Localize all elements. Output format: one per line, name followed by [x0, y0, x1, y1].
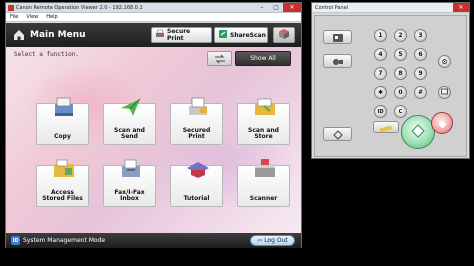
secure-print-button[interactable]: Secure Print	[151, 27, 212, 43]
switch-arrows-icon	[213, 49, 227, 68]
remote-viewer-window: Canon Remote Operation Viewer 2.0 - 192.…	[5, 2, 302, 248]
minimize-button[interactable]: –	[255, 3, 269, 12]
page-title: Main Menu	[30, 30, 86, 40]
control-panel-body: 1 2 3 4 5 6 7 8 9 ✱ 0 # ID C ⚙	[314, 15, 467, 157]
control-panel-title-bar: Control Panel ✕	[312, 3, 469, 13]
control-panel-window: Control Panel ✕ 1 2 3 4 5 6 7 8 9 ✱ 0 #	[311, 2, 470, 159]
menu-help[interactable]: Help	[46, 14, 57, 20]
tutorial-icon	[185, 156, 211, 182]
id-badge-icon: ID	[11, 236, 20, 245]
log-out-label: Log Out	[264, 237, 288, 244]
start-button[interactable]	[401, 115, 435, 149]
secured-print-label: Secured Print	[182, 127, 211, 140]
reset-pen-icon	[379, 118, 393, 137]
key-9[interactable]: 9	[414, 67, 427, 80]
scanner-icon	[252, 156, 278, 182]
menu-view[interactable]: View	[26, 14, 38, 20]
reset-key[interactable]	[373, 121, 399, 133]
key-8[interactable]: 8	[394, 67, 407, 80]
gear-icon: ⚙	[441, 57, 448, 66]
main-menu-key[interactable]	[323, 30, 352, 44]
key-0[interactable]: 0	[394, 86, 407, 99]
scanner-label: Scanner	[249, 195, 278, 202]
device-screen: Main Menu Secure Print ShareScan Select …	[6, 23, 301, 248]
copy-button[interactable]: Copy	[36, 97, 89, 145]
counter-key[interactable]	[438, 86, 451, 99]
logout-arrow-icon: ⇦	[257, 237, 263, 244]
mode-label: System Management Mode	[23, 237, 106, 244]
key-3[interactable]: 3	[414, 29, 427, 42]
status-box-button[interactable]	[273, 27, 295, 43]
scan-send-icon	[118, 94, 144, 120]
stop-button[interactable]	[431, 112, 453, 134]
menu-bar: File View Help	[6, 13, 301, 22]
screen-header: Main Menu Secure Print ShareScan	[6, 23, 301, 47]
copy-icon	[51, 94, 77, 120]
counter-icon	[441, 88, 448, 97]
box-icon	[278, 28, 290, 42]
instruction-text: Select a function.	[14, 51, 80, 58]
printer-icon	[155, 29, 165, 41]
stop-icon	[438, 114, 447, 133]
tutorial-label: Tutorial	[183, 195, 210, 202]
key-6[interactable]: 6	[414, 48, 427, 61]
key-7[interactable]: 7	[374, 67, 387, 80]
energy-saver-icon	[332, 125, 343, 144]
window-title: Canon Remote Operation Viewer 2.0 - 192.…	[16, 4, 143, 11]
access-stored-files-button[interactable]: Access Stored Files	[36, 159, 89, 207]
scan-store-icon	[252, 94, 278, 120]
maximize-button[interactable]: ▢	[269, 3, 283, 12]
key-1[interactable]: 1	[374, 29, 387, 42]
secured-print-button[interactable]: Secured Print	[170, 97, 223, 145]
stored-files-icon	[51, 156, 77, 182]
copy-label: Copy	[54, 133, 71, 140]
close-button[interactable]: ✕	[283, 2, 301, 12]
control-panel-title: Control Panel	[315, 4, 349, 11]
status-monitor-icon	[332, 52, 344, 71]
clear-key[interactable]: C	[394, 105, 407, 118]
fax-inbox-icon	[118, 156, 144, 182]
start-icon	[411, 123, 425, 142]
secured-print-icon	[185, 94, 211, 120]
tutorial-button[interactable]: Tutorial	[170, 162, 223, 207]
scanner-button[interactable]: Scanner	[237, 159, 290, 207]
key-2[interactable]: 2	[394, 29, 407, 42]
status-footer: ID System Management Mode ⇦ Log Out	[6, 233, 301, 248]
settings-key[interactable]: ⚙	[438, 55, 451, 68]
key-star[interactable]: ✱	[374, 86, 387, 99]
energy-saver-key[interactable]	[323, 127, 352, 141]
home-icon[interactable]	[12, 28, 26, 42]
scan-and-send-label: Scan and Send	[114, 127, 145, 140]
scan-and-send-button[interactable]: Scan and Send	[103, 98, 156, 145]
access-stored-files-label: Access Stored Files	[42, 189, 83, 202]
app-icon	[8, 4, 14, 11]
id-key[interactable]: ID	[374, 105, 387, 118]
key-5[interactable]: 5	[394, 48, 407, 61]
sharescan-icon	[218, 29, 228, 41]
control-panel-close-button[interactable]: ✕	[453, 3, 469, 12]
status-monitor-key[interactable]	[323, 54, 352, 68]
fax-inbox-label: Fax/I-Fax Inbox	[114, 189, 145, 202]
scan-and-store-label: Scan and Store	[248, 127, 279, 140]
key-4[interactable]: 4	[374, 48, 387, 61]
scan-and-store-button[interactable]: Scan and Store	[237, 98, 290, 145]
fax-inbox-button[interactable]: Fax/I-Fax Inbox	[103, 159, 156, 207]
show-all-button[interactable]: Show All	[235, 51, 291, 66]
sharescan-button[interactable]: ShareScan	[214, 27, 268, 43]
switch-view-button[interactable]	[207, 51, 232, 66]
menu-file[interactable]: File	[10, 14, 18, 20]
title-bar: Canon Remote Operation Viewer 2.0 - 192.…	[6, 2, 301, 13]
key-hash[interactable]: #	[414, 86, 427, 99]
secure-print-label: Secure Print	[167, 28, 191, 42]
log-out-button[interactable]: ⇦ Log Out	[250, 235, 295, 246]
home-screen-icon	[332, 28, 344, 47]
sharescan-label: ShareScan	[230, 31, 266, 39]
